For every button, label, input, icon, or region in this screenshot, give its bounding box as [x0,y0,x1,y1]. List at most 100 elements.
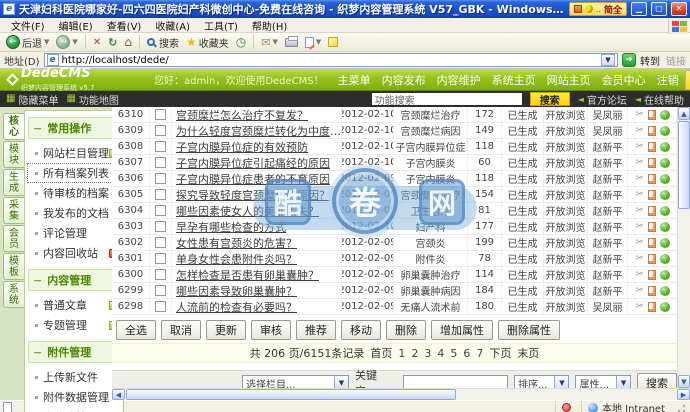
cms-nav-link[interactable]: 内容发布 [382,72,426,88]
column-select[interactable]: 选择栏目... ▼ [242,374,349,388]
row-checkbox[interactable] [155,269,166,280]
sidebar-item[interactable]: 我发布的文档 [27,203,121,223]
sidebar-item[interactable]: 文件式管理器 [27,407,121,412]
sidebar-item[interactable]: 待审核的档案 [27,183,121,203]
row-checkbox[interactable] [155,237,166,248]
sidebar-item[interactable]: 评论管理 [27,223,121,243]
messenger-button[interactable] [326,37,340,47]
doc-title-link[interactable]: 单身女性会患附件炎吗？ [176,251,297,266]
resize-grip[interactable] [675,401,687,412]
cms-nav-link[interactable]: 会员中心 [602,72,646,88]
doc-category[interactable]: 子宫内膜炎 [394,171,468,186]
cms-nav-link[interactable]: 系统主页 [492,72,536,88]
go-label[interactable]: 转到 [640,53,660,68]
row-checkbox[interactable] [155,157,166,168]
edit-icon[interactable] [647,285,656,296]
sidebar-tab[interactable]: 模块 [3,141,24,168]
row-checkbox[interactable] [155,141,166,152]
publish-icon[interactable] [659,109,670,120]
attribute-select[interactable]: 属性... ▼ [575,374,632,388]
preview-icon[interactable]: ✂ [635,173,643,184]
home-button[interactable]: ⌂ [122,35,134,49]
row-checkbox[interactable] [155,125,166,136]
doc-category[interactable]: 卵巢囊肿病因 [394,283,468,298]
publish-icon[interactable] [659,141,670,152]
doc-title-link[interactable]: 为什么轻度宫颈糜烂转化为中度宫颈糜烂了？ [176,123,341,138]
preview-icon[interactable]: ✂ [635,253,643,264]
edit-icon[interactable] [647,205,656,216]
next-page-link[interactable]: 下页 [489,345,511,361]
publish-icon[interactable] [659,269,670,280]
history-button[interactable]: ◷ [234,35,248,49]
doc-status[interactable]: 已生成 [502,139,544,154]
menu-item[interactable]: 工具(T) [197,18,245,33]
batch-action-button[interactable]: 推荐 [296,320,336,340]
doc-category[interactable]: 宫颈糜烂治疗 [394,107,468,122]
batch-action-button[interactable]: 审核 [251,320,291,340]
cms-nav-link[interactable]: 注销 [657,72,679,88]
edit-icon[interactable] [647,157,656,168]
horizontal-scrollbar[interactable]: ◀ ▶ [112,388,690,400]
cms-nav-link[interactable]: 网站主页 [547,72,591,88]
sort-select[interactable]: 排序... ▼ [513,374,570,388]
print-button[interactable] [283,35,300,47]
sidebar-item[interactable]: 上传新文件 [27,367,121,387]
cms-nav-link[interactable]: 主菜单 [338,72,371,88]
page-number-link[interactable]: 1 [398,347,405,360]
publish-icon[interactable] [659,301,670,312]
doc-status[interactable]: 已生成 [502,219,544,234]
preview-icon[interactable]: ✂ [635,157,643,168]
doc-status[interactable]: 已生成 [502,187,544,202]
doc-category[interactable]: 子宫内膜异位症 [394,139,468,154]
row-checkbox[interactable] [155,205,166,216]
doc-status[interactable]: 已生成 [502,203,544,218]
menu-item[interactable]: 查看(V) [100,18,149,33]
preview-icon[interactable]: ✂ [635,189,643,200]
last-page-link[interactable]: 末页 [517,345,539,361]
publish-icon[interactable] [659,253,670,264]
vertical-scroll-thumb[interactable] [678,121,690,209]
preview-icon[interactable]: ✂ [635,301,643,312]
scroll-left-icon[interactable]: ◀ [112,389,125,400]
function-map-button[interactable]: ▦ 功能地图 [66,92,118,107]
cms-nav-link[interactable]: 内容维护 [437,72,481,88]
official-forum-link[interactable]: ◄ 官方论坛 [578,92,627,107]
mail-button[interactable]: ✉ ▼ [259,36,280,49]
preview-icon[interactable]: ✂ [635,237,643,248]
doc-status[interactable]: 已生成 [502,155,544,170]
doc-category[interactable]: 子宫内膜炎 [394,155,468,170]
vertical-scroll-track[interactable] [678,210,690,375]
doc-title-link[interactable]: 哪些因素使女人的美丽丢失？ [176,203,319,218]
doc-category[interactable]: 妇产科 [394,219,468,234]
batch-action-button[interactable]: 更新 [206,320,246,340]
cms-logo[interactable]: DedeCMS 织梦内容管理系统 v5.7 [6,67,148,93]
shortcut-button[interactable]: 快捷方式 ▼ [684,69,690,90]
preview-icon[interactable]: ✂ [635,205,643,216]
minimize-button[interactable]: ▁ [631,2,647,16]
edit-icon[interactable] [647,269,656,280]
preview-icon[interactable]: ✂ [635,221,643,232]
preview-icon[interactable]: ✂ [635,269,643,280]
edit-icon[interactable] [647,189,656,200]
go-icon[interactable]: ➜ [622,53,636,67]
doc-status[interactable]: 已生成 [502,107,544,122]
preview-icon[interactable]: ✂ [635,109,643,120]
page-number-link[interactable]: 5 [450,347,457,360]
doc-category[interactable]: 卵巢囊肿治疗 [394,267,468,282]
doc-title-link[interactable]: 女性患有宫颈炎的危害？ [176,235,297,250]
doc-title-link[interactable]: 子宫内膜异位症的有效预防 [176,139,308,154]
page-number-link[interactable]: 6 [463,347,470,360]
edit-dropdown-icon[interactable]: ▼ [316,38,321,46]
sidebar-item[interactable]: 普通文章 [27,295,121,315]
row-checkbox[interactable] [155,285,166,296]
batch-action-button[interactable]: 增加属性 [431,320,493,340]
publish-icon[interactable] [659,237,670,248]
language-bar[interactable]: ‥ 简全 [568,2,627,16]
edit-icon[interactable] [647,237,656,248]
scroll-down-icon[interactable]: ▼ [678,375,690,388]
vertical-scrollbar[interactable]: ▲ ▼ [677,107,690,388]
publish-icon[interactable] [659,125,670,136]
search-button[interactable]: 搜索 [145,35,181,50]
doc-title-link[interactable]: 子宫内膜异位症引起痛经的原因 [176,155,330,170]
sidebar-tab[interactable]: 模板 [3,253,24,280]
